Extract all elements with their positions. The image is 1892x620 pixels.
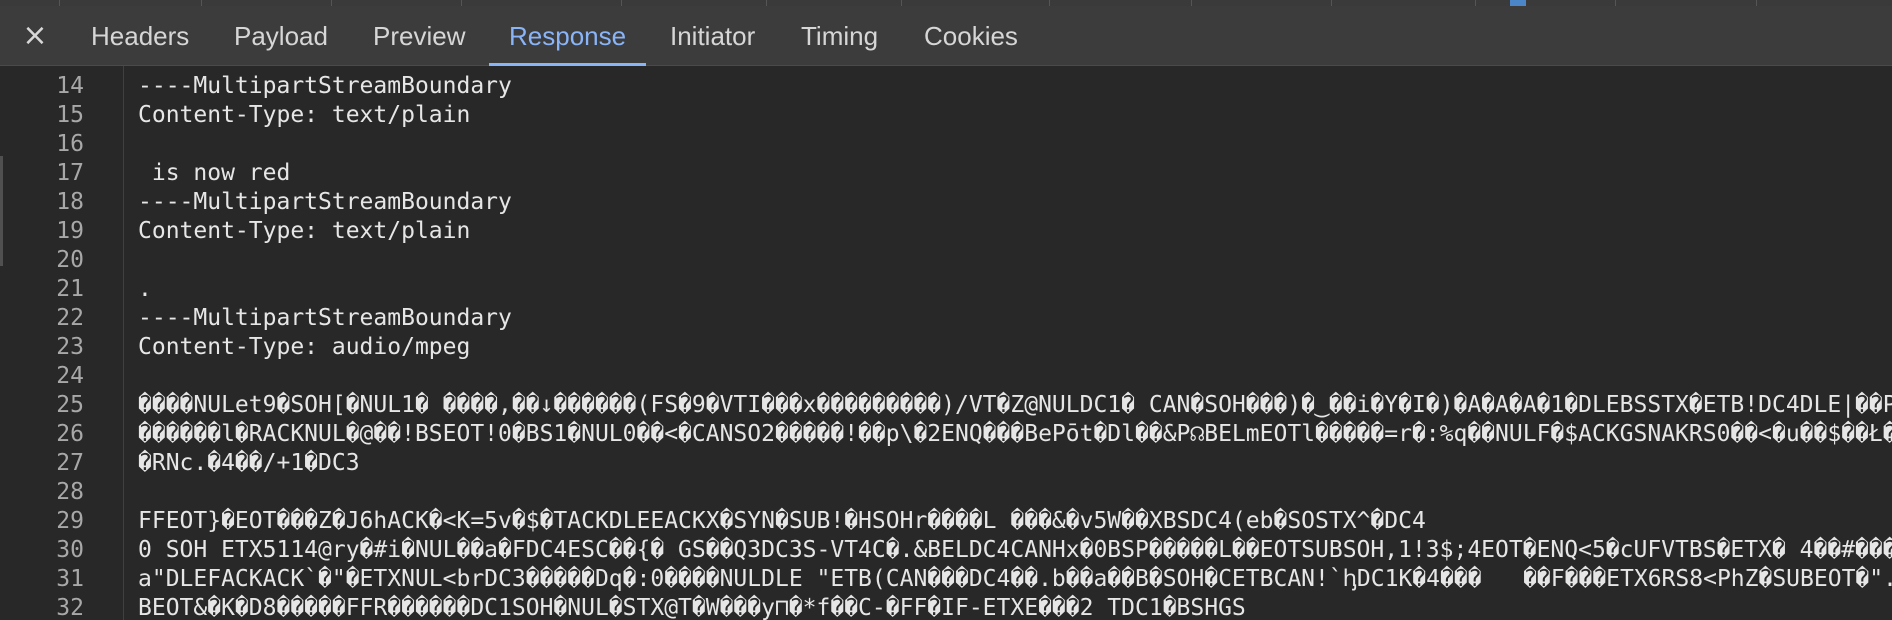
line-number: 26 [56, 421, 84, 447]
line-number: 31 [56, 566, 84, 592]
tab-response[interactable]: Response [488, 6, 647, 66]
line-text: a"DLEFACKACK`�"�ETXNUL<brDC3�����Dq�:0��… [138, 566, 1892, 592]
line-number: 17 [56, 160, 84, 186]
line-number: 15 [56, 102, 84, 128]
line-number: 22 [56, 305, 84, 331]
line-text: . [138, 276, 152, 302]
code-line: 17 is now red [0, 159, 1892, 188]
tab-payload[interactable]: Payload [234, 6, 328, 66]
response-tab-bar: × Headers Payload Preview Response Initi… [0, 6, 1892, 66]
code-line: 31 a"DLEFACKACK`�"�ETXNUL<brDC3�����Dq�:0… [0, 565, 1892, 594]
code-line: 26 ������l�RACKNUL�@��!BSEOT!0�BS1�NUL0��… [0, 420, 1892, 449]
line-number: 32 [56, 595, 84, 620]
line-number: 16 [56, 131, 84, 157]
code-line: 14 ----MultipartStreamBoundary [0, 72, 1892, 101]
line-text: ----MultipartStreamBoundary [138, 189, 512, 215]
code-line: 28 [0, 478, 1892, 507]
code-line: 25 ����NULet9�SOH[�NUL1� ����,��↓������(F… [0, 391, 1892, 420]
line-number: 21 [56, 276, 84, 302]
tab-preview[interactable]: Preview [373, 6, 465, 66]
line-text: 0 SOH ETX5114@ry�#i�NUL��a�FDC4ESC��{� G… [138, 537, 1892, 563]
line-text: Content-Type: text/plain [138, 102, 471, 128]
line-number: 19 [56, 218, 84, 244]
tab-cookies[interactable]: Cookies [924, 6, 1018, 66]
code-line: 15 Content-Type: text/plain [0, 101, 1892, 130]
code-line: 30 0 SOH ETX5114@ry�#i�NUL��a�FDC4ESC��{�… [0, 536, 1892, 565]
line-number: 23 [56, 334, 84, 360]
line-number: 28 [56, 479, 84, 505]
line-text: ����NULet9�SOH[�NUL1� ����,��↓������(FS�… [138, 392, 1892, 418]
code-line: 23 Content-Type: audio/mpeg [0, 333, 1892, 362]
line-text: BEOT&�K�D8�����FFR������DC1SOH�NUL�STX@T… [138, 595, 1246, 620]
code-line: 19 Content-Type: text/plain [0, 217, 1892, 246]
response-body-viewer[interactable]: 14 ----MultipartStreamBoundary 15 Content-… [0, 66, 1892, 620]
line-number: 20 [56, 247, 84, 273]
code-line: 18 ----MultipartStreamBoundary [0, 188, 1892, 217]
line-text: ������l�RACKNUL�@��!BSEOT!0�BS1�NUL0��<�… [138, 421, 1892, 447]
line-number: 27 [56, 450, 84, 476]
tab-headers[interactable]: Headers [91, 6, 189, 66]
line-text: FFEOT}�EOT���Z�J6hACK�<K=5v�$�TACKDLEEAC… [138, 508, 1426, 534]
code-line: 22 ----MultipartStreamBoundary [0, 304, 1892, 333]
code-line: 29 FFEOT}�EOT���Z�J6hACK�<K=5v�$�TACKDLEE… [0, 507, 1892, 536]
line-text: ----MultipartStreamBoundary [138, 305, 512, 331]
line-number: 30 [56, 537, 84, 563]
close-icon[interactable]: × [22, 21, 48, 51]
line-text: Content-Type: text/plain [138, 218, 471, 244]
tab-timing[interactable]: Timing [801, 6, 878, 66]
line-number: 14 [56, 73, 84, 99]
code-line: 27 �RNc.�4��/+1�DC3 [0, 449, 1892, 478]
code-line: 20 [0, 246, 1892, 275]
line-number: 18 [56, 189, 84, 215]
line-text: is now red [138, 160, 291, 186]
tab-initiator[interactable]: Initiator [670, 6, 755, 66]
line-text: �RNc.�4��/+1�DC3 [138, 450, 360, 476]
code-line: 21. [0, 275, 1892, 304]
code-line: 24 [0, 362, 1892, 391]
code-line: 16 [0, 130, 1892, 159]
line-text: ----MultipartStreamBoundary [138, 73, 512, 99]
line-text: Content-Type: audio/mpeg [138, 334, 471, 360]
code-line: 32 BEOT&�K�D8�����FFR������DC1SOH�NUL�STX… [0, 594, 1892, 620]
line-number: 24 [56, 363, 84, 389]
line-number: 25 [56, 392, 84, 418]
line-number: 29 [56, 508, 84, 534]
